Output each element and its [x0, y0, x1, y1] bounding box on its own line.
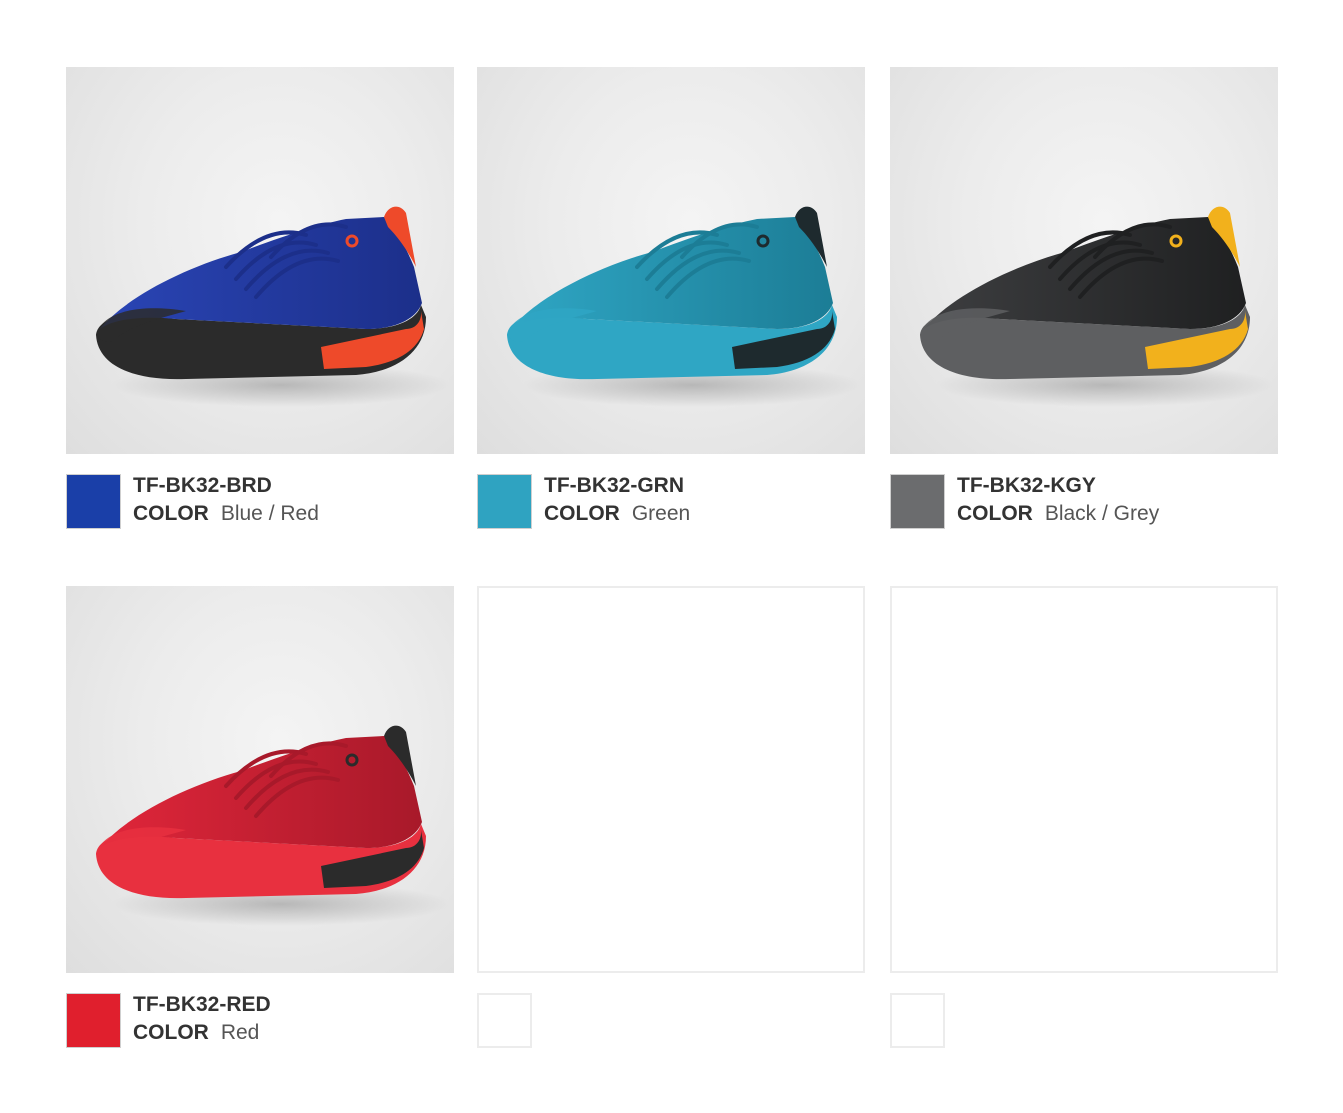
product-info: TF-BK32-BRD COLOR Blue / Red	[133, 472, 453, 528]
empty-swatch-placeholder	[477, 993, 532, 1048]
empty-photo-placeholder	[477, 586, 865, 973]
color-value: Red	[220, 1021, 260, 1044]
color-line: COLOR Black / Grey	[957, 500, 1277, 528]
color-swatch	[477, 474, 532, 529]
color-label: COLOR	[133, 1021, 209, 1044]
product-code: TF-BK32-RED	[133, 993, 271, 1016]
product-code: TF-BK32-KGY	[957, 474, 1096, 497]
shoe-black-grey-image	[920, 206, 1275, 407]
product-info: TF-BK32-GRN COLOR Green	[544, 472, 864, 528]
color-line: COLOR Green	[544, 500, 864, 528]
color-line: COLOR Blue / Red	[133, 500, 453, 528]
color-label: COLOR	[133, 502, 209, 525]
color-value: Black / Grey	[1044, 502, 1160, 525]
product-info: TF-BK32-RED COLOR Red	[133, 991, 453, 1047]
shoe-green-image	[507, 206, 862, 407]
product-code: TF-BK32-BRD	[133, 474, 272, 497]
product-code: TF-BK32-GRN	[544, 474, 684, 497]
color-value: Blue / Red	[220, 502, 319, 525]
color-value: Green	[631, 502, 691, 525]
color-line: COLOR Red	[133, 1019, 453, 1047]
color-swatch	[66, 993, 121, 1048]
product-photo[interactable]	[66, 586, 454, 973]
product-info: TF-BK32-KGY COLOR Black / Grey	[957, 472, 1277, 528]
product-photo[interactable]	[477, 67, 865, 454]
empty-swatch-placeholder	[890, 993, 945, 1048]
product-photo[interactable]	[890, 67, 1278, 454]
color-label: COLOR	[544, 502, 620, 525]
shoe-red-image	[96, 725, 451, 926]
color-label: COLOR	[957, 502, 1033, 525]
shoe-blue-red-image	[96, 206, 451, 407]
empty-photo-placeholder	[890, 586, 1278, 973]
color-swatch	[66, 474, 121, 529]
product-photo[interactable]	[66, 67, 454, 454]
color-swatch	[890, 474, 945, 529]
